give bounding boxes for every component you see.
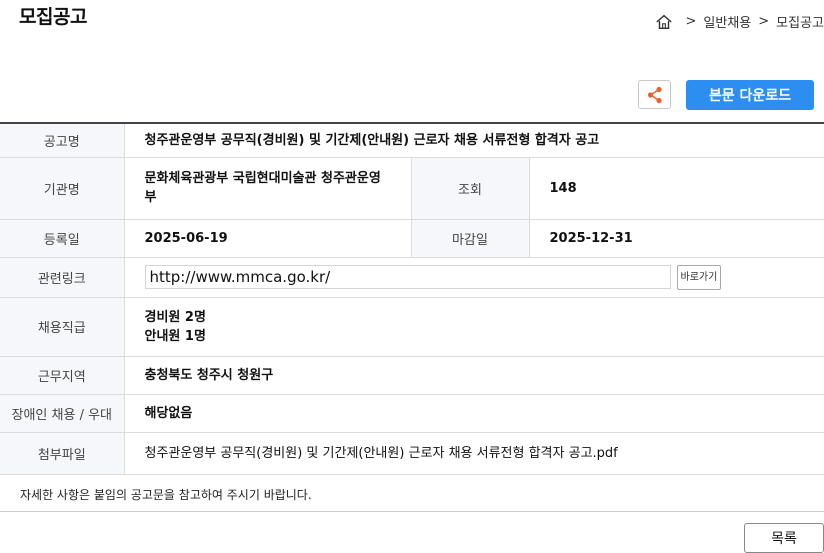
notice-info-table: 공고명 청주관운영부 공무직(경비원) 및 기간제(안내원) 근로자 채용 서류… [0, 122, 824, 475]
list-button[interactable]: 목록 [744, 523, 824, 553]
breadcrumb-separator: > [685, 14, 697, 29]
table-row: 채용직급 경비원 2명 안내원 1명 [0, 297, 824, 357]
page-title: 모집공고 [19, 6, 87, 28]
breadcrumb-separator: > [758, 14, 770, 29]
positions-cell: 경비원 2명 안내원 1명 [124, 297, 824, 357]
breadcrumb-item-general-hiring[interactable]: 일반채용 [703, 12, 751, 31]
breadcrumb: > 일반채용 > 모집공고 [655, 12, 824, 31]
row-label-registered: 등록일 [0, 219, 125, 258]
divider [0, 511, 824, 512]
row-label-title: 공고명 [0, 123, 125, 158]
row-label-agency: 기관명 [0, 157, 125, 220]
attachment-file-link[interactable]: 청주관운영부 공무직(경비원) 및 기간제(안내원) 근로자 채용 서류전형 합… [124, 432, 824, 475]
table-row: 첨부파일 청주관운영부 공무직(경비원) 및 기간제(안내원) 근로자 채용 서… [0, 432, 824, 475]
download-content-button[interactable]: 본문 다운로드 [686, 80, 814, 110]
table-row: 근무지역 충청북도 청주시 청원구 [0, 356, 824, 395]
position-guard: 경비원 2명 [144, 309, 206, 325]
home-icon[interactable] [655, 13, 673, 31]
go-to-link-button[interactable]: 바로가기 [676, 264, 722, 290]
table-row: 장애인 채용 / 우대 해당없음 [0, 394, 824, 433]
row-label-views: 조회 [411, 157, 530, 220]
notice-title: 청주관운영부 공무직(경비원) 및 기간제(안내원) 근로자 채용 서류전형 합… [124, 123, 824, 158]
table-row: 등록일 2025-06-19 마감일 2025-12-31 [0, 219, 824, 258]
position-guide: 안내원 1명 [144, 328, 206, 344]
footer-note: 자세한 사항은 붙임의 공고문을 참고하여 주시기 바랍니다. [20, 488, 312, 502]
disability-value: 해당없음 [124, 394, 824, 433]
related-link-field[interactable]: http://www.mmca.go.kr/ [144, 265, 671, 289]
breadcrumb-item-recruitment[interactable]: 모집공고 [776, 12, 824, 31]
registered-date: 2025-06-19 [124, 219, 412, 258]
views-count: 148 [529, 157, 824, 220]
row-label-deadline: 마감일 [411, 219, 530, 258]
table-row: 기관명 문화체육관광부 국립현대미술관 청주관운영부 조회 148 [0, 157, 824, 220]
table-row: 관련링크 http://www.mmca.go.kr/바로가기 [0, 257, 824, 298]
share-icon [647, 86, 662, 103]
location-value: 충청북도 청주시 청원구 [124, 356, 824, 395]
share-button[interactable] [638, 80, 671, 109]
row-label-disability: 장애인 채용 / 우대 [0, 394, 125, 433]
row-label-attachment: 첨부파일 [0, 432, 125, 475]
agency-value: 문화체육관광부 국립현대미술관 청주관운영부 [124, 157, 412, 220]
row-label-positions: 채용직급 [0, 297, 125, 357]
table-row: 공고명 청주관운영부 공무직(경비원) 및 기간제(안내원) 근로자 채용 서류… [0, 123, 824, 158]
deadline-date: 2025-12-31 [529, 219, 824, 258]
row-label-link: 관련링크 [0, 257, 125, 298]
link-cell: http://www.mmca.go.kr/바로가기 [124, 257, 824, 298]
row-label-location: 근무지역 [0, 356, 125, 395]
